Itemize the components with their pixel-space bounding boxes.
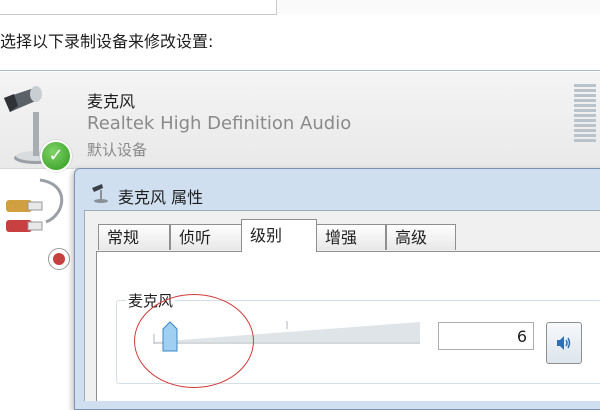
tab-enhancements[interactable]: 增强 [316,224,386,250]
default-device-check-icon: ✓ [40,140,72,172]
device-status: 默认设备 [87,141,148,159]
device-name: 麦克风 [87,92,136,111]
annotation-circle [134,294,254,388]
tab-levels[interactable]: 级别 [241,219,317,252]
dialog-title: 麦克风 属性 [118,188,204,207]
dialog-mic-icon [92,184,108,203]
tab-advanced[interactable]: 高级 [386,224,456,250]
tab-listen[interactable]: 侦听 [170,224,242,250]
recording-tab-edge [0,0,277,15]
disabled-icon [48,248,70,270]
level-meter [574,84,596,144]
mute-button[interactable] [546,322,582,364]
tab-general[interactable]: 常规 [98,224,170,250]
device-driver: Realtek High Definition Audio [87,113,352,134]
instruction-text: 选择以下录制设备来修改设置: [0,32,214,51]
speaker-icon [557,336,571,350]
level-value-field[interactable]: 6 [438,322,534,350]
